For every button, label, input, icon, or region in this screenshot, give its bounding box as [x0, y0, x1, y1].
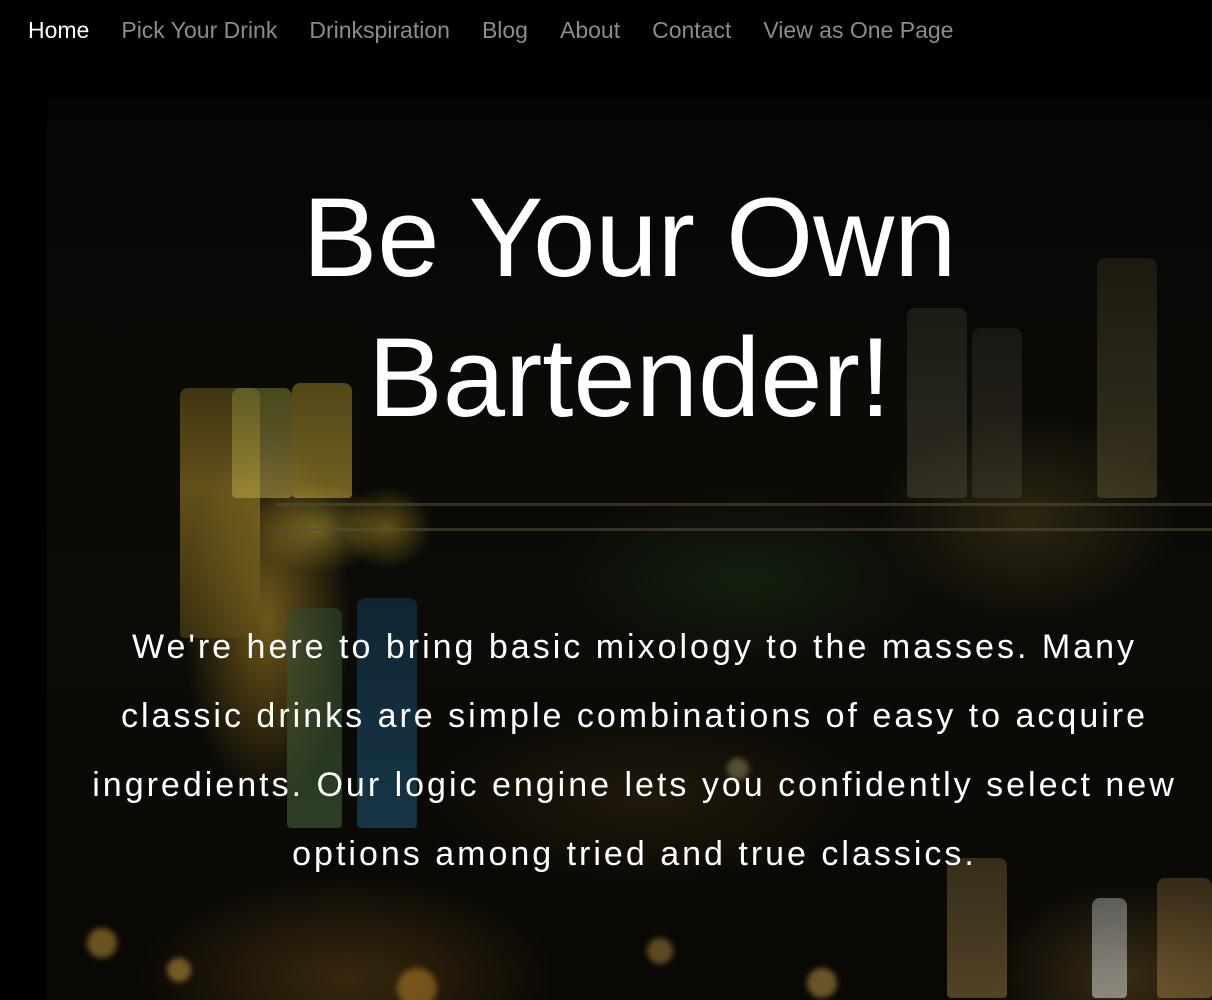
bokeh-light [397, 968, 437, 1000]
bottle-shape [1092, 898, 1127, 998]
shelf-line [277, 503, 1212, 506]
nav-item-blog[interactable]: Blog [482, 0, 528, 60]
nav-item-drinkspiration[interactable]: Drinkspiration [309, 0, 450, 60]
nav-item-about[interactable]: About [560, 0, 620, 60]
nav-item-pick-your-drink[interactable]: Pick Your Drink [121, 0, 277, 60]
bokeh-light [87, 928, 117, 958]
hero-section: Be Your Own Bartender! We're here to bri… [47, 98, 1212, 1000]
hero-description: We're here to bring basic mixology to th… [92, 628, 1177, 873]
nav-item-contact[interactable]: Contact [652, 0, 731, 60]
shelf-line [277, 528, 1212, 531]
bokeh-light [167, 958, 191, 982]
top-navigation: Home Pick Your Drink Drinkspiration Blog… [0, 0, 1212, 60]
bokeh-light [647, 938, 673, 964]
nav-list: Home Pick Your Drink Drinkspiration Blog… [0, 0, 985, 60]
bottle-shape [1157, 878, 1212, 998]
nav-item-view-as-one-page[interactable]: View as One Page [763, 0, 953, 60]
nav-item-home[interactable]: Home [28, 0, 89, 60]
bokeh-light [807, 968, 837, 998]
hero-title: Be Your Own Bartender! [302, 175, 957, 440]
